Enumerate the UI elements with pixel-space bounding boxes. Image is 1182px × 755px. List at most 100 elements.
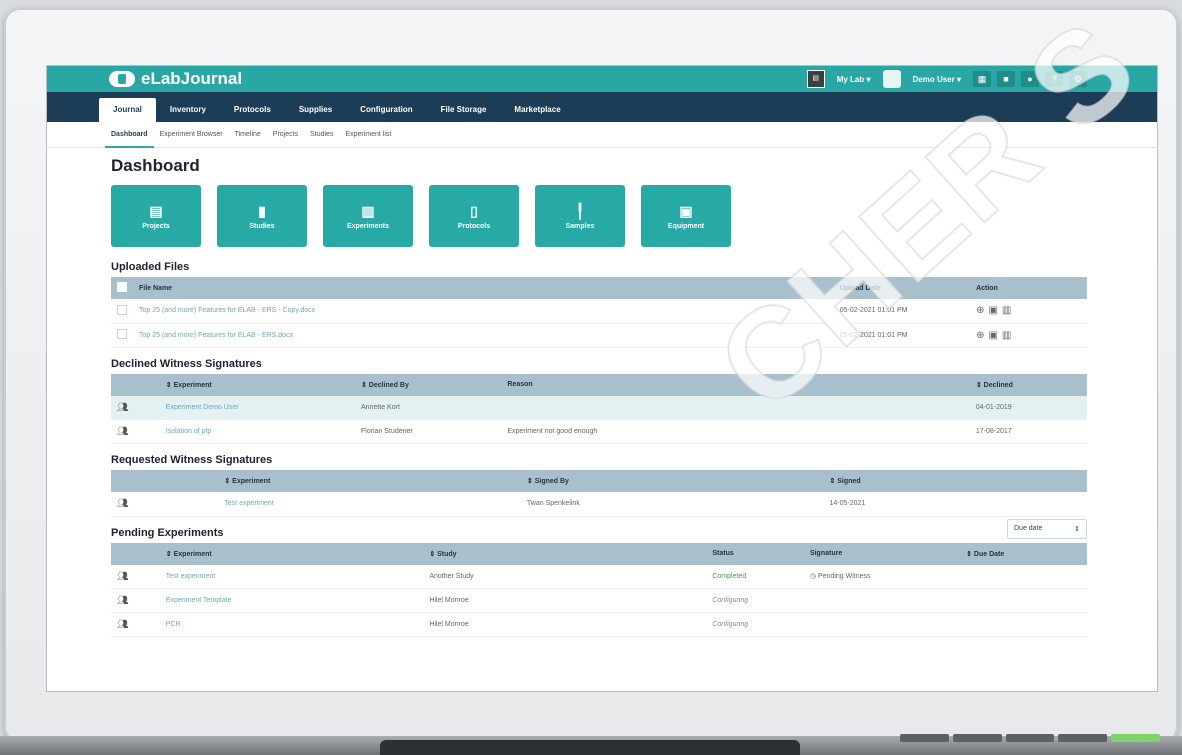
signature-status <box>803 612 961 637</box>
table-row: Top 25 (and more) Features for ELAB - ER… <box>111 323 1087 348</box>
tile-samples[interactable]: ╿ Samples <box>535 185 625 247</box>
monitor-stand-center <box>380 740 800 755</box>
calendar-icon[interactable]: ▦ <box>973 71 991 87</box>
copy-icon[interactable]: ▣ <box>988 305 997 316</box>
subnav-dashboard[interactable]: Dashboard <box>105 122 154 148</box>
samples-icon: ╿ <box>575 202 585 219</box>
row-checkbox[interactable] <box>117 304 127 315</box>
col-signature: Signature <box>803 542 961 565</box>
declined-date: 04-01-2019 <box>969 395 1087 420</box>
pending-header: Pending Experiments Due date ⇕ <box>111 517 1087 543</box>
users-icon: 👥︎ <box>117 570 129 581</box>
declined-date: 17-08-2017 <box>969 419 1087 444</box>
select-all-checkbox[interactable] <box>117 282 127 292</box>
declined-by: Florian Studener <box>354 419 502 444</box>
protocols-icon: ▯ <box>470 202 478 219</box>
user-menu[interactable]: Demo User ▾ <box>907 75 968 84</box>
nav-protocols[interactable]: Protocols <box>220 98 285 122</box>
experiment-link[interactable]: Experiment Template <box>159 588 424 613</box>
dashboard-tiles: ▤ Projects ▮ Studies ▥ Experiments ▯ Pro… <box>111 185 1087 247</box>
experiment-link[interactable]: Test experiment <box>159 564 424 589</box>
message-icon[interactable]: ■ <box>997 71 1015 87</box>
tile-experiments[interactable]: ▥ Experiments <box>323 185 413 247</box>
table-row: 👥︎ Experiment Demo User Annette Kort 04-… <box>111 395 1087 420</box>
tile-projects[interactable]: ▤ Projects <box>111 185 201 247</box>
lab-menu[interactable]: My Lab ▾ <box>831 75 877 84</box>
col-experiment[interactable]: ⇕ Experiment <box>218 470 521 492</box>
table-row: 👥︎ Isolation of pfp Florian Studener Exp… <box>111 419 1087 444</box>
user-avatar <box>882 70 901 88</box>
col-declined[interactable]: ⇕ Declined <box>969 373 1087 396</box>
sort-select[interactable]: Due date ⇕ <box>1007 518 1087 539</box>
file-link[interactable]: Top 25 (and more) Features for ELAB - ER… <box>133 323 834 348</box>
help-icon[interactable]: ? <box>1045 71 1063 87</box>
subnav-studies[interactable]: Studies <box>304 122 339 148</box>
studies-icon: ▮ <box>258 202 266 219</box>
signed-by: Twan Spenkelink <box>520 492 824 517</box>
subnav-projects[interactable]: Projects <box>267 122 304 148</box>
col-signed[interactable]: ⇕ Signed <box>823 470 1087 492</box>
file-link[interactable]: Top 25 (and more) Features for ELAB - ER… <box>133 299 834 324</box>
lab-badge-icon: ▤ <box>806 70 825 88</box>
signed-date: 14-05-2021 <box>823 492 1087 517</box>
users-icon: 👥︎ <box>117 401 129 412</box>
tile-protocols[interactable]: ▯ Protocols <box>429 185 519 247</box>
col-due-date[interactable]: ⇕ Due Date <box>960 542 1087 565</box>
nav-supplies[interactable]: Supplies <box>285 98 346 122</box>
nav-journal[interactable]: Journal <box>99 98 156 122</box>
row-checkbox[interactable] <box>117 329 127 339</box>
col-study[interactable]: ⇕ Study <box>423 542 707 565</box>
users-icon: 👥︎ <box>117 426 129 436</box>
top-bar: eLabJournal ▤ My Lab ▾ Demo User ▾ ▦ ■ ●… <box>47 66 1157 92</box>
table-row: 👥︎ Test experiment Another Study Complet… <box>111 564 1087 589</box>
tile-equipment[interactable]: ▣ Equipment <box>641 185 731 247</box>
add-icon[interactable]: ⊕ <box>976 330 984 341</box>
status-badge: Configuring <box>706 612 804 637</box>
add-icon[interactable]: ⊕ <box>976 305 984 316</box>
users-icon: 👥︎ <box>117 619 129 629</box>
study: Hilel Monroe <box>423 588 707 613</box>
requested-title: Requested Witness Signatures <box>111 454 273 466</box>
nav-marketplace[interactable]: Marketplace <box>500 98 574 122</box>
experiment-link[interactable]: Test experiment <box>218 492 521 517</box>
col-status: Status <box>706 542 804 565</box>
experiment-link[interactable]: PCR <box>159 612 424 637</box>
copy-icon[interactable]: ▣ <box>988 330 997 341</box>
table-row: 👥︎ PCR Hilel Monroe Configuring <box>111 612 1087 637</box>
main-content: Dashboard ▤ Projects ▮ Studies ▥ Experim… <box>47 156 1157 637</box>
col-upload-date[interactable]: Upload Date <box>833 277 971 299</box>
decline-reason <box>501 395 970 420</box>
table-row: Top 25 (and more) Features for ELAB - ER… <box>111 299 1087 324</box>
requested-table: ⇕ Experiment ⇕ Signed By ⇕ Signed 👥︎ Tes… <box>111 470 1087 517</box>
settings-icon[interactable]: ⚙ <box>1069 71 1087 87</box>
nav-file-storage[interactable]: File Storage <box>427 98 501 122</box>
users-icon: 👥︎ <box>117 595 129 605</box>
col-signed-by[interactable]: ⇕ Signed By <box>520 470 824 492</box>
app-logo[interactable]: eLabJournal <box>109 69 242 89</box>
nav-configuration[interactable]: Configuration <box>346 98 426 122</box>
page-title: Dashboard <box>111 156 200 175</box>
col-file-name[interactable]: File Name <box>133 277 834 299</box>
nav-inventory[interactable]: Inventory <box>156 98 220 122</box>
experiment-link[interactable]: Isolation of pfp <box>159 419 355 444</box>
upload-date: 05-02-2021 01:01 PM <box>833 323 971 348</box>
col-declined-by[interactable]: ⇕ Declined By <box>354 373 502 396</box>
col-experiment[interactable]: ⇕ Experiment <box>159 542 424 565</box>
delete-icon[interactable]: ▥ <box>1002 330 1011 341</box>
sub-nav: Dashboard Experiment Browser Timeline Pr… <box>47 122 1157 148</box>
col-experiment[interactable]: ⇕ Experiment <box>159 373 355 396</box>
tile-studies[interactable]: ▮ Studies <box>217 185 307 247</box>
subnav-timeline[interactable]: Timeline <box>229 122 267 148</box>
table-row: 👥︎ Test experiment Twan Spenkelink 14-05… <box>111 492 1087 517</box>
subnav-experiment-list[interactable]: Experiment list <box>339 122 397 148</box>
experiment-link[interactable]: Experiment Demo User <box>159 395 355 420</box>
status-badge: Configuring <box>706 588 804 613</box>
pending-table: ⇕ Experiment ⇕ Study Status Signature ⇕ … <box>111 542 1087 637</box>
notification-icon[interactable]: ● <box>1021 71 1039 87</box>
declined-table: ⇕ Experiment ⇕ Declined By Reason ⇕ Decl… <box>111 373 1087 444</box>
col-action: Action <box>970 277 1087 299</box>
signature-status: ◷ Pending Witness <box>803 564 961 589</box>
projects-icon: ▤ <box>149 202 163 219</box>
delete-icon[interactable]: ▥ <box>1002 305 1011 316</box>
subnav-experiment-browser[interactable]: Experiment Browser <box>154 122 229 148</box>
